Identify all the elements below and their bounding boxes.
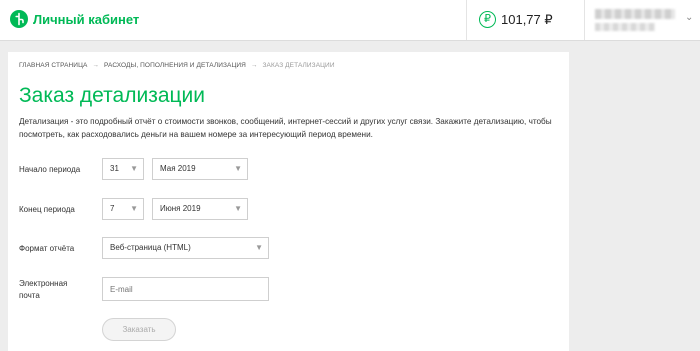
breadcrumb: ГЛАВНАЯ СТРАНИЦА → РАСХОДЫ, ПОПОЛНЕНИЯ И Д…: [19, 62, 335, 69]
end-day-select[interactable]: 7 ▼: [102, 198, 144, 220]
balance-widget[interactable]: ₽ 101,77 ₽: [466, 0, 584, 40]
ruble-icon: ₽: [479, 11, 496, 28]
end-month-select[interactable]: Июня 2019 ▼: [152, 198, 248, 220]
brand-title[interactable]: Личный кабинет: [33, 12, 139, 27]
start-month-select[interactable]: Мая 2019 ▼: [152, 158, 248, 180]
end-day-value: 7: [110, 204, 115, 213]
chevron-down-icon: ⌄: [685, 12, 694, 23]
report-format-select[interactable]: Веб-страница (HTML) ▼: [102, 237, 269, 259]
report-format-value: Веб-страница (HTML): [110, 243, 191, 252]
breadcrumb-arrow-icon: →: [250, 62, 258, 69]
start-day-select[interactable]: 31 ▼: [102, 158, 144, 180]
report-format-label: Формат отчёта: [19, 244, 75, 253]
submit-order-button[interactable]: Заказать: [102, 318, 176, 341]
redacted-phone-number: [595, 9, 675, 19]
start-day-value: 31: [110, 164, 119, 173]
breadcrumb-home[interactable]: ГЛАВНАЯ СТРАНИЦА: [19, 62, 87, 69]
breadcrumb-current: ЗАКАЗ ДЕТАЛИЗАЦИИ: [262, 62, 335, 69]
page-description: Детализация - это подробный отчёт о стои…: [19, 117, 552, 139]
top-bar: Личный кабинет ₽ 101,77 ₽ ⌄: [0, 0, 700, 41]
logo-glyph: [15, 12, 24, 26]
chevron-down-icon: ▼: [234, 164, 242, 173]
account-menu[interactable]: ⌄: [584, 0, 700, 40]
start-period-label: Начало периода: [19, 165, 81, 174]
end-period-label: Конец периода: [19, 205, 75, 214]
email-label: Электронная почта: [19, 279, 68, 300]
redacted-account-name: [595, 23, 655, 31]
chevron-down-icon: ▼: [234, 204, 242, 213]
page-title: Заказ детализации: [19, 84, 205, 107]
chevron-down-icon: ▼: [255, 243, 263, 252]
chevron-down-icon: ▼: [130, 204, 138, 213]
main-card: ГЛАВНАЯ СТРАНИЦА → РАСХОДЫ, ПОПОЛНЕНИЯ И Д…: [8, 52, 569, 351]
email-field[interactable]: [102, 277, 269, 301]
megafon-logo-icon[interactable]: [10, 10, 28, 28]
breadcrumb-arrow-icon: →: [92, 62, 100, 69]
start-month-value: Мая 2019: [160, 164, 196, 173]
breadcrumb-expenses[interactable]: РАСХОДЫ, ПОПОЛНЕНИЯ И ДЕТАЛИЗАЦИЯ: [104, 62, 246, 69]
end-month-value: Июня 2019: [160, 204, 201, 213]
balance-amount: 101,77 ₽: [501, 12, 553, 27]
chevron-down-icon: ▼: [130, 164, 138, 173]
